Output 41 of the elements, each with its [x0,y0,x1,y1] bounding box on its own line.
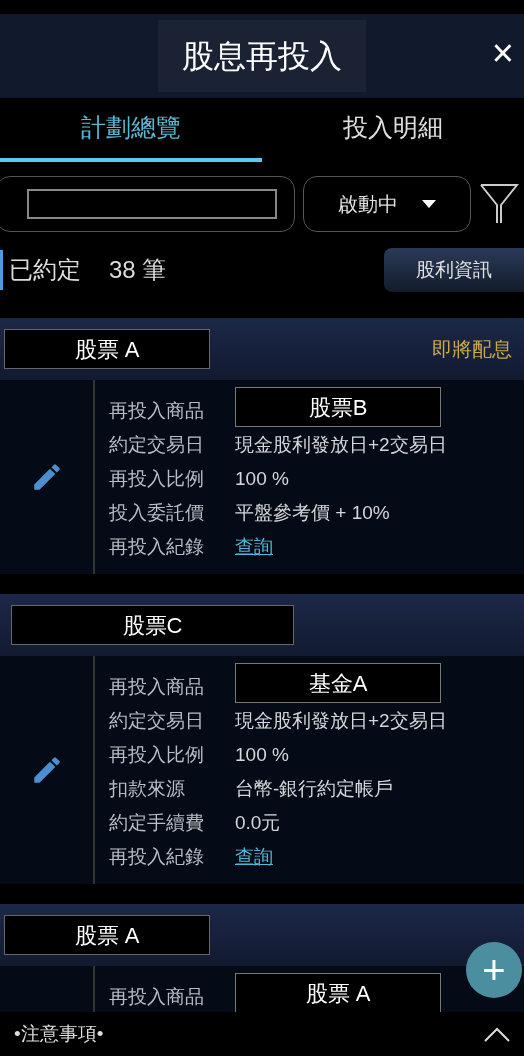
field-label: 再投入比例 [109,742,205,767]
field-value: 台幣-銀行約定帳戶 [235,776,394,801]
field-label: 再投入商品 [109,398,205,423]
field-label: 再投入商品 [109,674,205,699]
field-value: 100 % [235,466,289,491]
field-value: 平盤參考價 + 10% [235,500,390,525]
filter-icon[interactable] [479,183,519,225]
tab[interactable]: 計劃總覽 [0,98,262,162]
field-label: 再投入紀錄 [109,844,205,869]
contract-count: 38 筆 [109,255,167,285]
contract-label: 已約定 [9,255,81,285]
accent-bar [0,250,3,290]
status-dropdown[interactable]: 啟動中 [303,176,471,232]
notice-link[interactable]: •注意事項• [14,1019,104,1049]
query-link[interactable]: 查詢 [235,532,273,562]
status-label: 即將配息 [432,337,512,362]
product-name: 基金A [235,663,441,703]
caret-icon [422,200,436,208]
field-value: 現金股利發放日+2交易日 [235,708,447,733]
field-value: 100 % [235,742,289,767]
page-title: 股息再投入 [158,20,366,92]
field-label: 投入委託價 [109,500,205,525]
field-label: 再投入比例 [109,466,205,491]
query-link[interactable]: 查詢 [235,842,273,872]
product-name: 股票 A [235,973,441,1012]
product-name: 股票B [235,387,441,427]
stock-name: 股票 A [4,329,210,369]
field-value: 現金股利發放日+2交易日 [235,432,447,457]
chevron-up-icon[interactable] [484,1026,510,1042]
dividend-info-button[interactable]: 股利資訊 [384,248,524,292]
tab[interactable]: 投入明細 [262,98,524,162]
close-button[interactable]: × [487,34,518,72]
field-label: 約定交易日 [109,708,205,733]
field-value: 0.0元 [235,810,281,835]
field-label: 約定交易日 [109,432,205,457]
field-label: 再投入紀錄 [109,534,205,559]
field-label: 再投入商品 [109,984,205,1009]
stock-name: 股票 A [4,915,210,955]
field-label: 扣款來源 [109,776,186,801]
field-label: 約定手續費 [109,810,205,835]
stock-name: 股票C [11,605,294,645]
